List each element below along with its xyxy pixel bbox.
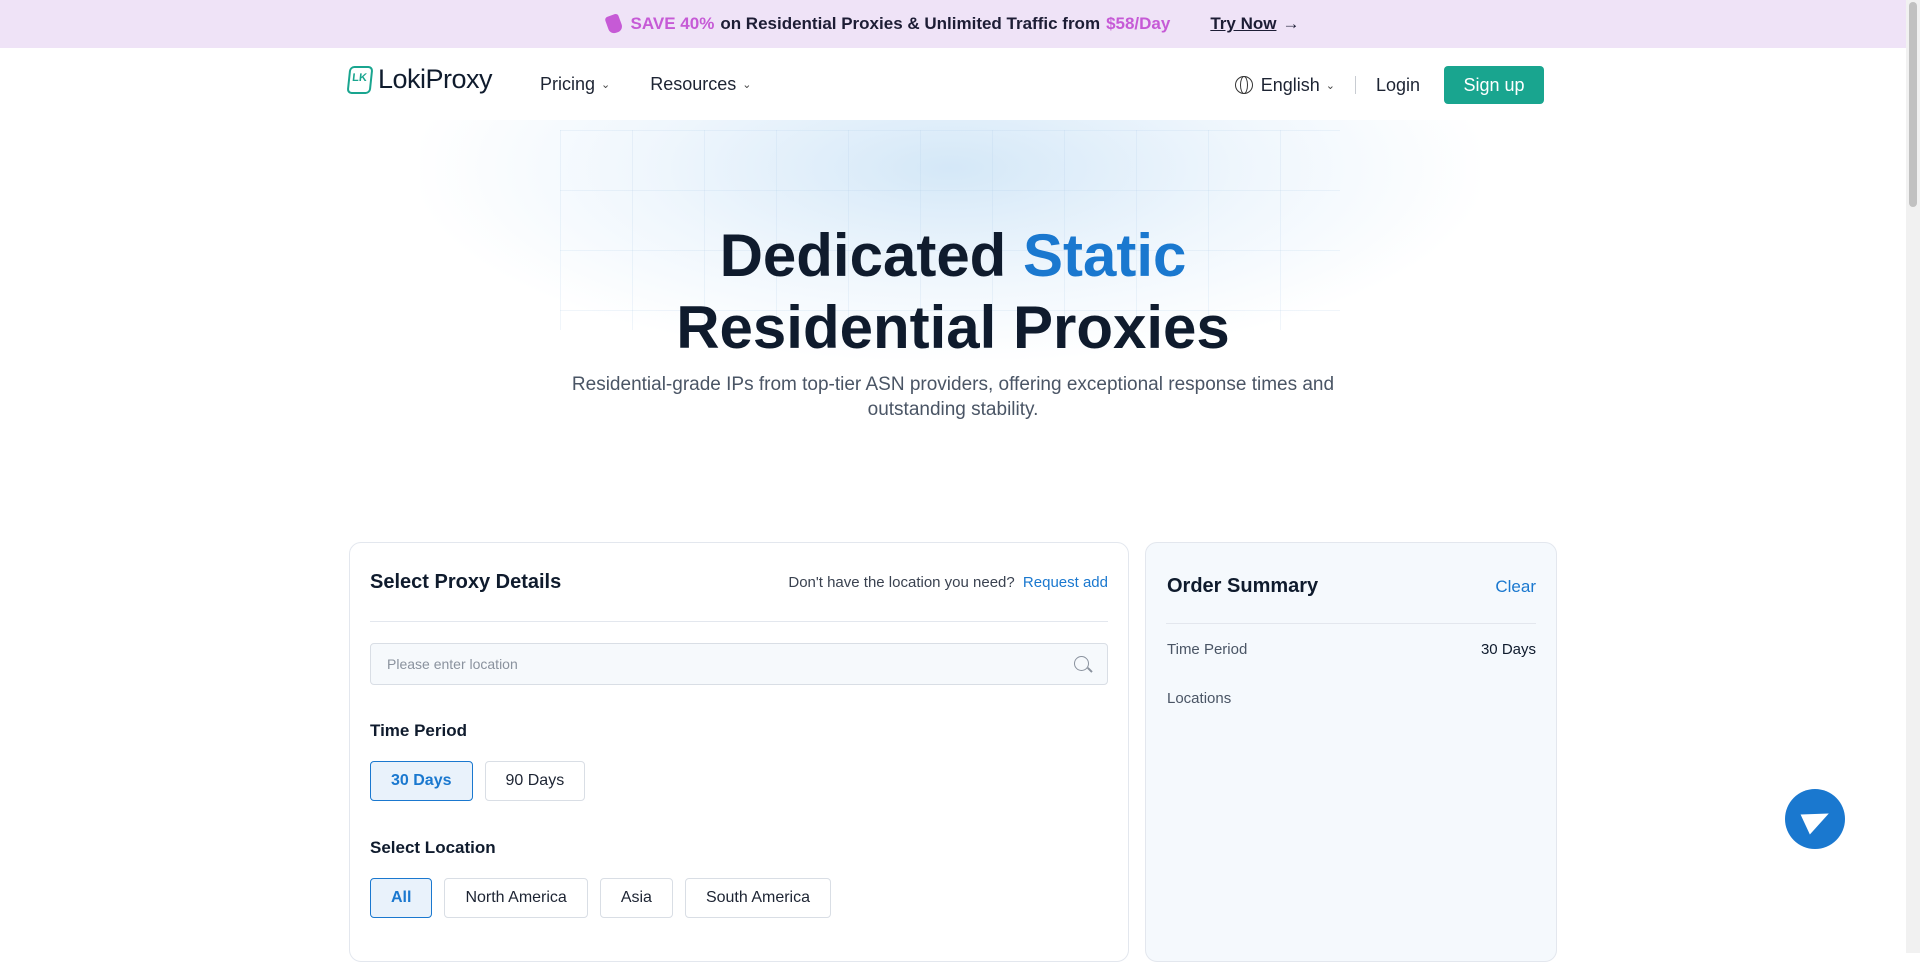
page-scrollbar[interactable] xyxy=(1906,0,1920,953)
hero-subtitle: Residential-grade IPs from top-tier ASN … xyxy=(571,374,1335,420)
nav-pricing[interactable]: Pricing ⌄ xyxy=(540,74,610,95)
request-add-link[interactable]: Request add xyxy=(1023,574,1108,591)
nav-pricing-label: Pricing xyxy=(540,74,596,94)
chevron-down-icon[interactable]: ⌄ xyxy=(1326,79,1335,92)
request-prefix: Don't have the location you need? xyxy=(788,574,1015,591)
location-search-input[interactable]: Please enter location xyxy=(370,643,1108,685)
promo-save: SAVE 40% xyxy=(630,14,715,33)
header-actions: English ⌄ Login Sign up xyxy=(1234,66,1544,104)
main-nav: Pricing ⌄ Resources ⌄ xyxy=(540,74,752,95)
time-option-90-days[interactable]: 90 Days xyxy=(484,761,586,801)
hero-title: Dedicated Static Residential Proxies xyxy=(0,220,1906,364)
order-summary-title: Order Summary xyxy=(1167,575,1319,597)
promo-text: on Residential Proxies & Unlimited Traff… xyxy=(720,14,1101,33)
proxy-details-title: Select Proxy Details xyxy=(370,571,562,593)
proxy-details-card: Select Proxy Details Don't have the loca… xyxy=(349,542,1129,962)
header-divider xyxy=(1354,76,1356,94)
logo-text: LokiProxy xyxy=(378,64,493,94)
site-header: LokiProxy Pricing ⌄ Resources ⌄ English … xyxy=(0,48,1906,120)
clear-button[interactable]: Clear xyxy=(1495,577,1536,597)
request-location: Don't have the location you need? Reques… xyxy=(788,574,1108,591)
chevron-down-icon: ⌄ xyxy=(601,79,611,91)
scrollbar-thumb[interactable] xyxy=(1909,2,1917,207)
card-divider xyxy=(370,621,1108,622)
hero-title-accent: Static xyxy=(1023,222,1187,289)
hero-title-part1: Dedicated xyxy=(719,222,1024,289)
summary-divider xyxy=(1166,623,1536,624)
hero-title-part2: Residential Proxies xyxy=(676,294,1230,361)
location-option-asia[interactable]: Asia xyxy=(599,878,673,918)
location-option-north-america[interactable]: North America xyxy=(444,878,588,918)
login-link[interactable]: Login xyxy=(1376,75,1420,96)
logo-icon xyxy=(346,65,374,94)
nav-resources[interactable]: Resources ⌄ xyxy=(650,74,751,95)
telegram-chat-button[interactable] xyxy=(1785,789,1845,849)
globe-icon[interactable] xyxy=(1234,76,1253,94)
location-options: All North America Asia South America xyxy=(370,878,832,918)
order-summary-card: Order Summary Clear Time Period 30 Days … xyxy=(1145,542,1557,962)
logo[interactable]: LokiProxy xyxy=(346,64,493,95)
search-icon[interactable] xyxy=(1074,656,1089,671)
promo-banner: SAVE 40% on Residential Proxies & Unlimi… xyxy=(0,0,1906,48)
telegram-icon xyxy=(1800,803,1834,835)
time-option-30-days[interactable]: 30 Days xyxy=(370,761,473,801)
try-now-link[interactable]: Try Now xyxy=(1210,14,1276,34)
time-period-options: 30 Days 90 Days xyxy=(370,761,586,801)
nav-resources-label: Resources xyxy=(650,74,737,94)
summary-time-period-value: 30 Days xyxy=(1480,641,1536,658)
arrow-right-icon[interactable]: → xyxy=(1282,14,1299,34)
language-selector[interactable]: English xyxy=(1261,75,1320,96)
search-placeholder: Please enter location xyxy=(387,656,518,672)
summary-time-period-label: Time Period xyxy=(1167,641,1248,658)
location-option-south-america[interactable]: South America xyxy=(684,878,832,918)
promo-price: $58/Day xyxy=(1106,14,1171,33)
signup-button[interactable]: Sign up xyxy=(1444,66,1544,104)
chevron-down-icon: ⌄ xyxy=(742,79,752,91)
summary-locations-label: Locations xyxy=(1167,690,1232,707)
location-option-all[interactable]: All xyxy=(370,878,433,918)
tag-icon xyxy=(603,13,624,35)
select-location-label: Select Location xyxy=(370,838,496,857)
time-period-label: Time Period xyxy=(370,721,467,740)
